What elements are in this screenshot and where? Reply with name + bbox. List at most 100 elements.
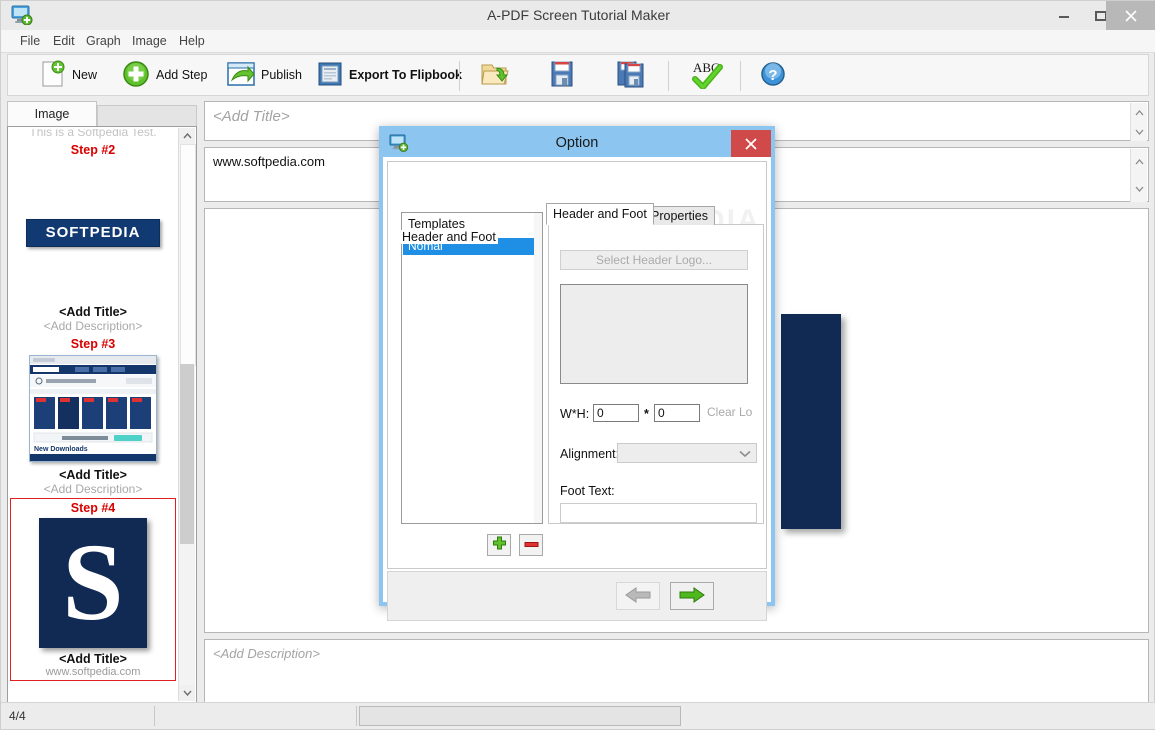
select-header-logo-button[interactable]: Select Header Logo... xyxy=(560,250,748,270)
dialog-title-bar: Option xyxy=(383,130,771,157)
publish-window-arrow-icon xyxy=(227,61,255,90)
thumbnail-top-text: This is a Softpedia Test. xyxy=(29,129,157,139)
alignment-label: Alignment: xyxy=(560,447,620,461)
status-cell-2 xyxy=(161,706,357,726)
templates-listbox[interactable]: Templates Nomal xyxy=(401,212,543,524)
thumbnail-list[interactable]: This is a Softpedia Test. Step #2 SOFTPE… xyxy=(10,129,178,700)
remove-template-button[interactable] xyxy=(519,534,543,556)
svg-text:New Downloads: New Downloads xyxy=(34,446,88,453)
header-logo-preview[interactable] xyxy=(560,284,748,384)
next-button[interactable] xyxy=(670,582,714,610)
status-cell-3 xyxy=(359,706,681,726)
logo-width-input[interactable]: 0 xyxy=(593,404,639,422)
svg-text:?: ? xyxy=(768,67,777,84)
add-template-icon xyxy=(492,536,507,554)
help-question-icon: ? xyxy=(760,61,786,90)
green-plus-circle-icon xyxy=(122,60,150,91)
step-label: Step #2 xyxy=(70,143,116,157)
dialog-title: Option xyxy=(555,135,599,151)
scroll-up-icon[interactable] xyxy=(179,128,195,144)
menu-item-help[interactable]: Help xyxy=(172,32,212,50)
back-button[interactable] xyxy=(616,582,660,610)
remove-template-icon xyxy=(524,538,539,552)
thumbnail-scrollbar[interactable] xyxy=(178,128,196,701)
thumbnail-panel: This is a Softpedia Test. Step #2 SOFTPE… xyxy=(7,126,197,703)
back-arrow-icon xyxy=(624,586,652,607)
sidebar-tabstrip: Image xyxy=(7,101,197,127)
step-label: Step #3 xyxy=(70,337,116,351)
tab-image[interactable]: Image xyxy=(7,101,97,127)
add-step-button[interactable]: Add Step xyxy=(116,57,213,93)
new-button-label: New xyxy=(72,68,98,82)
add-step-button-label: Add Step xyxy=(156,68,208,82)
save-as-floppy-icon xyxy=(617,60,647,91)
list-item[interactable]: This is a Softpedia Test. xyxy=(10,129,176,141)
softpedia-wordmark-text: SOFTPEDIA xyxy=(45,224,141,241)
thumbnail-description: <Add Description> xyxy=(43,319,143,333)
thumbnail-title: <Add Title> xyxy=(59,652,127,666)
save-button[interactable] xyxy=(543,57,581,93)
spellcheck-button[interactable]: ABC xyxy=(683,57,731,93)
list-item[interactable]: Step #3 New Downloads <Add Title> <Add D… xyxy=(10,335,176,498)
spin-up-icon[interactable] xyxy=(1131,103,1147,122)
tab-properties[interactable]: Properties xyxy=(644,206,715,225)
help-button[interactable]: ? xyxy=(754,57,792,93)
chevron-down-icon xyxy=(739,447,751,461)
tabstrip-filler xyxy=(97,105,197,127)
title-bar: A-PDF Screen Tutorial Maker xyxy=(1,1,1155,30)
add-template-button[interactable] xyxy=(487,534,511,556)
dialog-tabs: Properties Header and Foot xyxy=(546,203,764,225)
wh-label: W*H: xyxy=(560,407,590,421)
scrollbar-thumb[interactable] xyxy=(180,144,196,366)
scroll-down-icon[interactable] xyxy=(179,685,195,701)
publish-button[interactable]: Publish xyxy=(221,57,308,93)
save-as-button[interactable] xyxy=(611,57,653,93)
step-title-placeholder: <Add Title> xyxy=(213,108,290,125)
abc-spellcheck-icon: ABC xyxy=(689,59,725,92)
title-spinner[interactable] xyxy=(1130,103,1147,141)
step-label: Step #4 xyxy=(70,501,116,515)
alignment-select[interactable] xyxy=(617,443,757,463)
menu-item-image[interactable]: Image xyxy=(125,32,174,50)
spin-down-icon[interactable] xyxy=(1131,176,1147,203)
next-arrow-icon xyxy=(678,586,706,607)
wh-separator: * xyxy=(644,407,649,421)
publish-button-label: Publish xyxy=(261,68,302,82)
spin-up-icon[interactable] xyxy=(1131,149,1147,176)
step-description-input[interactable]: <Add Description> xyxy=(204,639,1149,703)
thumbnail-title: <Add Title> xyxy=(59,468,127,482)
dialog-footer xyxy=(387,571,767,621)
export-to-flipbook-button[interactable]: Export To Flipbook xyxy=(311,57,468,93)
new-button[interactable]: New xyxy=(34,57,103,93)
option-dialog: Option SOFTPEDIA Templates Nomal xyxy=(379,126,775,621)
templates-scrollbar[interactable] xyxy=(534,213,542,523)
scrollbar-track[interactable] xyxy=(180,364,194,544)
window-title: A-PDF Screen Tutorial Maker xyxy=(487,7,670,23)
thumbnail-title: <Add Title> xyxy=(59,305,127,319)
menu-item-edit[interactable]: Edit xyxy=(46,32,82,50)
menu-item-graph[interactable]: Graph xyxy=(79,32,128,50)
export-to-flipbook-button-label: Export To Flipbook xyxy=(349,68,462,82)
foot-text-input[interactable] xyxy=(560,503,757,523)
open-button[interactable] xyxy=(474,57,516,93)
new-document-icon xyxy=(40,60,66,91)
tab-header-and-foot[interactable]: Header and Foot xyxy=(546,203,654,225)
clear-logo-button[interactable]: Clear Logo... xyxy=(704,404,752,422)
list-item[interactable]: Step #4 S <Add Title> www.softpedia.com xyxy=(10,498,176,681)
menu-item-file[interactable]: File xyxy=(13,32,47,50)
status-page-indicator: 4/4 xyxy=(9,706,155,726)
url-spinner[interactable] xyxy=(1130,149,1147,202)
minimize-button[interactable] xyxy=(1045,1,1082,30)
logo-height-input[interactable]: 0 xyxy=(654,404,700,422)
dialog-close-button[interactable] xyxy=(731,130,771,157)
book-icon xyxy=(317,61,343,90)
list-item[interactable]: Step #2 SOFTPEDIA <Add Title> <Add Descr… xyxy=(10,141,176,335)
step-url-value: www.softpedia.com xyxy=(213,154,325,169)
spin-down-icon[interactable] xyxy=(1131,122,1147,141)
s-logo-image xyxy=(781,314,841,529)
save-floppy-icon xyxy=(549,60,575,91)
close-button[interactable] xyxy=(1106,1,1155,30)
dialog-body: SOFTPEDIA Templates Nomal xyxy=(387,161,767,569)
open-folder-icon xyxy=(480,60,510,91)
thumbnail-description: <Add Description> xyxy=(43,482,143,496)
